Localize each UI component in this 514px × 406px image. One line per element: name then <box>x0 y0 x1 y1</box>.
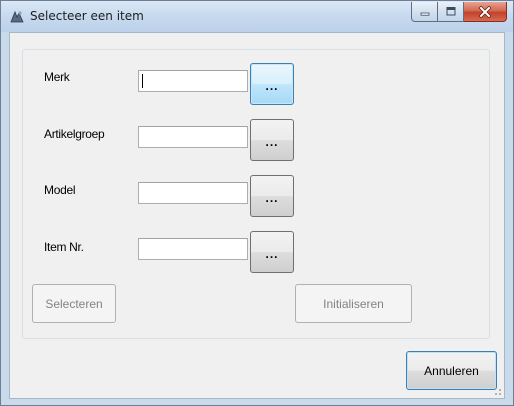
selection-group: Merk ... Artikelgroep ... Model ... Item… <box>22 49 490 339</box>
text-caret <box>142 74 143 88</box>
item-number-input[interactable] <box>138 238 248 260</box>
select-button[interactable]: Selecteren <box>32 284 116 323</box>
model-label: Model <box>44 183 76 197</box>
title-bar[interactable]: Selecteer een item <box>1 1 513 32</box>
resize-grip-icon[interactable] <box>492 386 502 396</box>
cancel-button[interactable]: Annuleren <box>406 351 497 390</box>
maximize-button[interactable] <box>438 2 464 22</box>
model-browse-button[interactable]: ... <box>250 175 294 217</box>
item-number-browse-button[interactable]: ... <box>250 231 294 273</box>
maximize-icon <box>446 7 455 16</box>
close-icon <box>478 5 492 18</box>
dialog-client-area: Merk ... Artikelgroep ... Model ... Item… <box>9 32 505 399</box>
initialize-button[interactable]: Initialiseren <box>295 284 412 323</box>
dialog-window: Selecteer een item Merk ... Artikelgroep… <box>0 0 514 406</box>
model-input[interactable] <box>138 182 248 204</box>
window-title: Selecteer een item <box>30 9 144 23</box>
brand-label: Merk <box>44 70 70 84</box>
brand-input[interactable] <box>138 70 248 92</box>
caption-buttons <box>411 2 507 22</box>
item-number-label: Item Nr. <box>44 240 84 254</box>
article-group-browse-button[interactable]: ... <box>250 119 294 161</box>
minimize-icon <box>420 12 429 16</box>
app-icon <box>10 10 24 23</box>
article-group-input[interactable] <box>138 126 248 148</box>
article-group-label: Artikelgroep <box>44 127 105 141</box>
minimize-button[interactable] <box>411 2 438 22</box>
brand-browse-button[interactable]: ... <box>250 63 294 105</box>
close-button[interactable] <box>464 2 507 22</box>
